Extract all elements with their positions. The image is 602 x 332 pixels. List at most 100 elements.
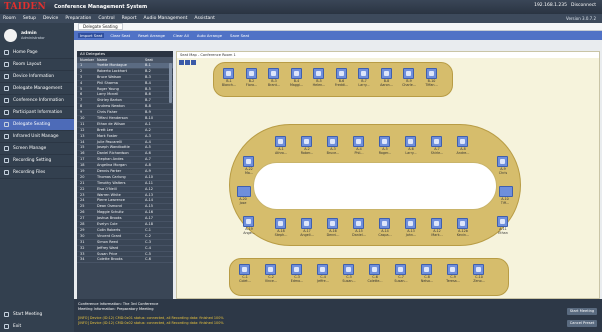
microphone-icon — [304, 139, 309, 144]
sidebar-item-home-page[interactable]: Home Page — [0, 47, 74, 59]
seat[interactable] — [358, 68, 369, 79]
cell-seat: B-6 — [145, 92, 151, 97]
table-row[interactable]: 34 Colette Brooks C-6 — [77, 257, 173, 264]
seat[interactable] — [421, 264, 432, 275]
seat[interactable] — [265, 264, 276, 275]
clear-all-button[interactable]: Clear All — [171, 33, 191, 38]
seat[interactable] — [403, 68, 414, 79]
seat[interactable] — [497, 216, 508, 227]
seat[interactable] — [275, 218, 286, 229]
menu-device[interactable]: Device — [43, 16, 58, 21]
seat[interactable] — [275, 136, 286, 147]
seat[interactable] — [239, 264, 250, 275]
seat[interactable] — [431, 136, 442, 147]
seat[interactable] — [223, 68, 234, 79]
seat[interactable] — [499, 186, 513, 197]
sidebar-item-delegate-seating[interactable]: Delegate Seating — [0, 119, 74, 131]
seat[interactable] — [379, 136, 390, 147]
oval-table-inner — [253, 162, 497, 210]
sidebar-item-device-information[interactable]: Device Information — [0, 71, 74, 83]
seat-name-label: Roger... — [378, 151, 392, 155]
seat[interactable] — [447, 264, 458, 275]
seat[interactable] — [425, 68, 437, 79]
sidebar-item-recording-setting[interactable]: Recording Setting — [0, 155, 74, 167]
seat[interactable] — [395, 264, 406, 275]
seat[interactable] — [457, 136, 468, 147]
start-meeting-button[interactable]: Start Meeting — [567, 308, 597, 315]
cell-name: Dennis Parker — [97, 169, 122, 174]
sidebar-item-recording-files[interactable]: Recording Files — [0, 167, 74, 179]
menu-assistant[interactable]: Assistant — [194, 16, 215, 21]
menu-control[interactable]: Control — [98, 16, 114, 21]
seat[interactable] — [457, 218, 468, 229]
cell-num: 18 — [80, 163, 85, 168]
sidebar-item-participant-information[interactable]: Participant Information — [0, 107, 74, 119]
seat[interactable] — [313, 68, 324, 79]
microphone-icon — [382, 139, 387, 144]
seat-name-label: Susan... — [394, 279, 408, 283]
clear-seat-button[interactable]: Clear Seat — [108, 33, 132, 38]
seat[interactable] — [327, 136, 338, 147]
seat[interactable] — [369, 264, 380, 275]
seat[interactable] — [243, 216, 254, 227]
menu-report[interactable]: Report — [122, 16, 137, 21]
cell-num: 28 — [80, 222, 85, 227]
start-meeting-link[interactable]: Start Meeting — [0, 308, 74, 320]
cell-num: 31 — [80, 239, 85, 244]
disconnect-button[interactable]: Disconnect — [571, 3, 596, 8]
seat[interactable] — [431, 218, 442, 229]
reset-arrange-button[interactable]: Reset Arrange — [136, 33, 167, 38]
seat[interactable] — [317, 264, 328, 275]
menu-preparation[interactable]: Preparation — [65, 16, 91, 21]
zoom-out-button[interactable] — [185, 60, 190, 65]
seat[interactable] — [497, 156, 508, 167]
cell-num: 21 — [80, 180, 85, 185]
seat[interactable] — [290, 68, 302, 79]
seat[interactable] — [245, 68, 257, 79]
seat-name-label: Brant... — [267, 83, 281, 87]
tab-delegate-seating[interactable]: Delegate Seating — [78, 23, 123, 30]
seat[interactable] — [301, 136, 312, 147]
sidebar-item-screen-manage[interactable]: Screen Manage — [0, 143, 74, 155]
auto-arrange-button[interactable]: Auto Arrange — [195, 33, 224, 38]
menu-audio-management[interactable]: Audio Management — [144, 16, 188, 21]
cell-num: 11 — [80, 121, 85, 126]
user-panel: admin Administrator — [0, 23, 74, 47]
seat[interactable] — [335, 68, 347, 79]
seat[interactable] — [237, 186, 251, 197]
version-label: Version 3.0.7.2 — [566, 16, 596, 21]
menu-setup[interactable]: Setup — [23, 16, 36, 21]
import-seat-button[interactable]: Import Seat — [78, 33, 105, 38]
sidebar-item-infrared-unit-manage[interactable]: Infrared Unit Manage — [0, 131, 74, 143]
seat[interactable] — [405, 218, 416, 229]
seat[interactable] — [301, 218, 312, 229]
sidebar: admin Administrator Home Page Room Layou… — [0, 23, 74, 332]
sidebar-item-room-layout[interactable]: Room Layout — [0, 59, 74, 71]
sidebar-item-conference-information[interactable]: Conference Information — [0, 95, 74, 107]
seat[interactable] — [243, 156, 254, 167]
seat[interactable] — [343, 264, 354, 275]
sidebar-item-delegate-management[interactable]: Delegate Management — [0, 83, 74, 95]
seat[interactable] — [473, 264, 484, 275]
seat[interactable] — [327, 218, 338, 229]
exit-link[interactable]: Exit — [0, 320, 74, 332]
seat[interactable] — [353, 218, 364, 229]
fit-button[interactable] — [191, 60, 196, 65]
delegate-list-scrollbar[interactable] — [169, 63, 172, 103]
seat[interactable] — [380, 68, 392, 79]
zoom-in-button[interactable] — [179, 60, 184, 65]
seat-name-label: Vince... — [264, 279, 278, 283]
save-seat-button[interactable]: Save Seat — [228, 33, 251, 38]
seat[interactable] — [353, 136, 364, 147]
cell-num: 12 — [80, 127, 85, 132]
cell-name: Angelina Morgan — [97, 163, 127, 168]
seat[interactable] — [379, 218, 390, 229]
seat[interactable] — [268, 68, 279, 79]
cell-num: 4 — [80, 80, 83, 85]
menu-room[interactable]: Room — [3, 16, 16, 21]
microphone-icon — [500, 219, 505, 224]
cancel-preset-button[interactable]: Cancel Preset — [567, 320, 597, 327]
seat[interactable] — [405, 136, 416, 147]
seat-name-label: Teresa... — [446, 279, 460, 283]
seat[interactable] — [291, 264, 302, 275]
